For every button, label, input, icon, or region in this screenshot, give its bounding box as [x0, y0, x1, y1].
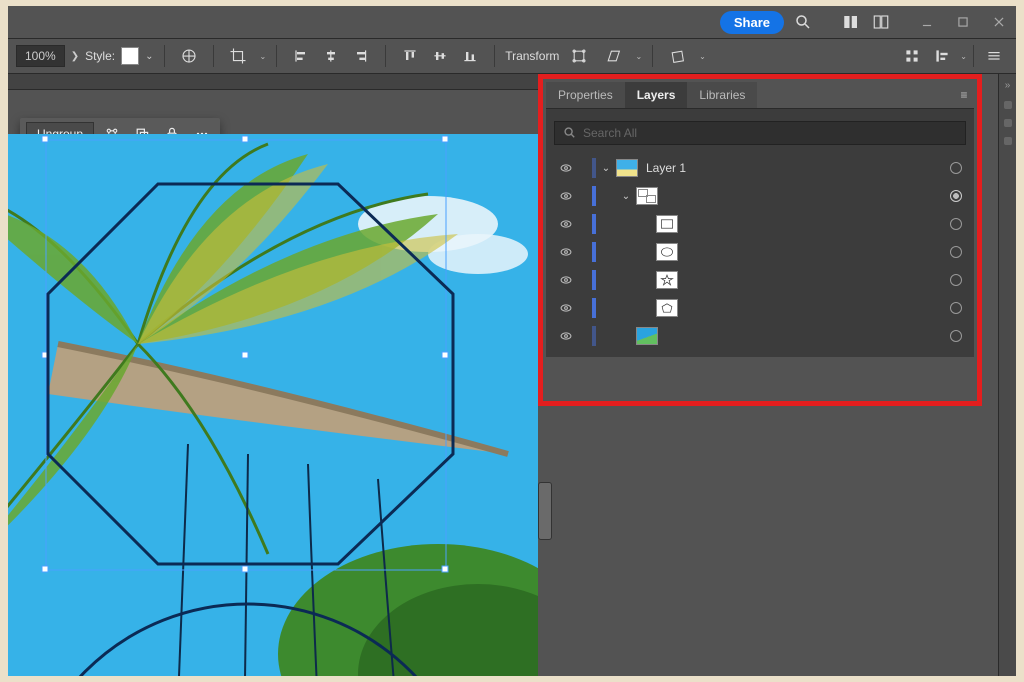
visibility-toggle-icon[interactable]: [558, 216, 574, 232]
align-to-icon[interactable]: [928, 42, 956, 70]
app-titlebar: Share: [8, 6, 1016, 38]
chevron-down-icon[interactable]: ⌄: [635, 52, 642, 61]
align-bottom-icon[interactable]: [456, 42, 484, 70]
disclosure-toggle-icon[interactable]: ⌄: [620, 191, 632, 202]
visibility-toggle-icon[interactable]: [558, 188, 574, 204]
style-label: Style:: [85, 49, 115, 63]
layer-thumbnail[interactable]: [656, 299, 678, 317]
align-left-icon[interactable]: [287, 42, 315, 70]
canvas[interactable]: [8, 134, 538, 676]
chevron-down-icon[interactable]: ⌄: [260, 52, 267, 61]
align-hcenter-icon[interactable]: [317, 42, 345, 70]
right-panel-stack: Properties Layers Libraries ≡ ⌄ Layer 1 ⌄: [538, 74, 1016, 676]
target-indicator-icon[interactable]: [950, 302, 962, 314]
target-indicator-icon[interactable]: [950, 218, 962, 230]
visibility-toggle-icon[interactable]: [558, 300, 574, 316]
chevron-right-icon[interactable]: ❯: [71, 51, 79, 62]
layers-list: ⌄ Layer 1 ⌄: [554, 155, 966, 349]
layer-row[interactable]: [554, 323, 966, 349]
shear-icon[interactable]: [599, 42, 627, 70]
app-frame: Share 100% ❯ Style: ⌄: [8, 6, 1016, 676]
document-tabstrip[interactable]: [8, 74, 538, 90]
layer-row[interactable]: [554, 211, 966, 237]
layers-panel: Properties Layers Libraries ≡ ⌄ Layer 1 ⌄: [546, 82, 974, 357]
minimize-button[interactable]: [916, 11, 938, 33]
tab-properties[interactable]: Properties: [546, 82, 625, 108]
search-icon[interactable]: [792, 11, 814, 33]
layer-row[interactable]: [554, 239, 966, 265]
arrange-documents-icon[interactable]: [840, 11, 862, 33]
visibility-toggle-icon[interactable]: [558, 272, 574, 288]
tab-layers[interactable]: Layers: [625, 82, 688, 108]
align-vcenter-icon[interactable]: [426, 42, 454, 70]
chevron-down-icon[interactable]: ⌄: [145, 51, 153, 62]
distort-icon[interactable]: [663, 42, 691, 70]
workspace: Ungroup: [8, 74, 1016, 676]
style-swatch[interactable]: [121, 47, 139, 65]
panel-tab-strip: Properties Layers Libraries ≡: [546, 82, 974, 108]
close-button[interactable]: [988, 11, 1010, 33]
layer-thumbnail[interactable]: [656, 243, 678, 261]
target-indicator-icon[interactable]: [950, 274, 962, 286]
align-group: [287, 42, 375, 70]
visibility-toggle-icon[interactable]: [558, 328, 574, 344]
layers-search-input[interactable]: [583, 126, 957, 140]
free-transform-icon[interactable]: [565, 42, 593, 70]
visibility-toggle-icon[interactable]: [558, 244, 574, 260]
layer-thumbnail[interactable]: [636, 187, 658, 205]
layer-row[interactable]: [554, 295, 966, 321]
zoom-value: 100%: [25, 49, 56, 63]
zoom-dropdown[interactable]: 100%: [16, 45, 65, 67]
layer-row[interactable]: [554, 267, 966, 293]
align-top-icon[interactable]: [396, 42, 424, 70]
target-indicator-icon[interactable]: [950, 190, 962, 202]
options-bar: 100% ❯ Style: ⌄ ⌄ Transform ⌄: [8, 38, 1016, 74]
align-right-icon[interactable]: [347, 42, 375, 70]
layer-row[interactable]: ⌄ Layer 1: [554, 155, 966, 181]
maximize-button[interactable]: [952, 11, 974, 33]
layer-thumbnail[interactable]: [656, 271, 678, 289]
chevron-down-icon[interactable]: ⌄: [699, 52, 706, 61]
layer-name-label[interactable]: Layer 1: [646, 161, 686, 175]
layer-thumbnail[interactable]: [636, 327, 658, 345]
more-options-icon[interactable]: [980, 42, 1008, 70]
workspace-switcher-icon[interactable]: [870, 11, 892, 33]
visibility-toggle-icon[interactable]: [558, 160, 574, 176]
layer-thumbnail[interactable]: [616, 159, 638, 177]
canvas-area[interactable]: Ungroup: [8, 74, 538, 676]
target-indicator-icon[interactable]: [950, 162, 962, 174]
window-controls: [916, 11, 1010, 33]
layers-search[interactable]: [554, 121, 966, 145]
layers-panel-body: ⌄ Layer 1 ⌄: [546, 108, 974, 357]
target-indicator-icon[interactable]: [950, 246, 962, 258]
layer-row[interactable]: ⌄: [554, 183, 966, 209]
tab-libraries[interactable]: Libraries: [687, 82, 757, 108]
disclosure-toggle-icon[interactable]: ⌄: [600, 163, 612, 174]
target-indicator-icon[interactable]: [950, 330, 962, 342]
collapsed-panel-rail[interactable]: »: [998, 74, 1016, 676]
share-button[interactable]: Share: [720, 11, 784, 34]
valign-group: [396, 42, 484, 70]
crop-icon[interactable]: [224, 42, 252, 70]
transform-label: Transform: [505, 49, 559, 63]
grid-icon[interactable]: [898, 42, 926, 70]
chevron-down-icon[interactable]: ⌄: [960, 52, 967, 61]
recolor-artwork-icon[interactable]: [175, 42, 203, 70]
layer-thumbnail[interactable]: [656, 215, 678, 233]
panel-splitter-handle[interactable]: [538, 482, 552, 540]
panel-menu-icon[interactable]: ≡: [954, 88, 974, 102]
